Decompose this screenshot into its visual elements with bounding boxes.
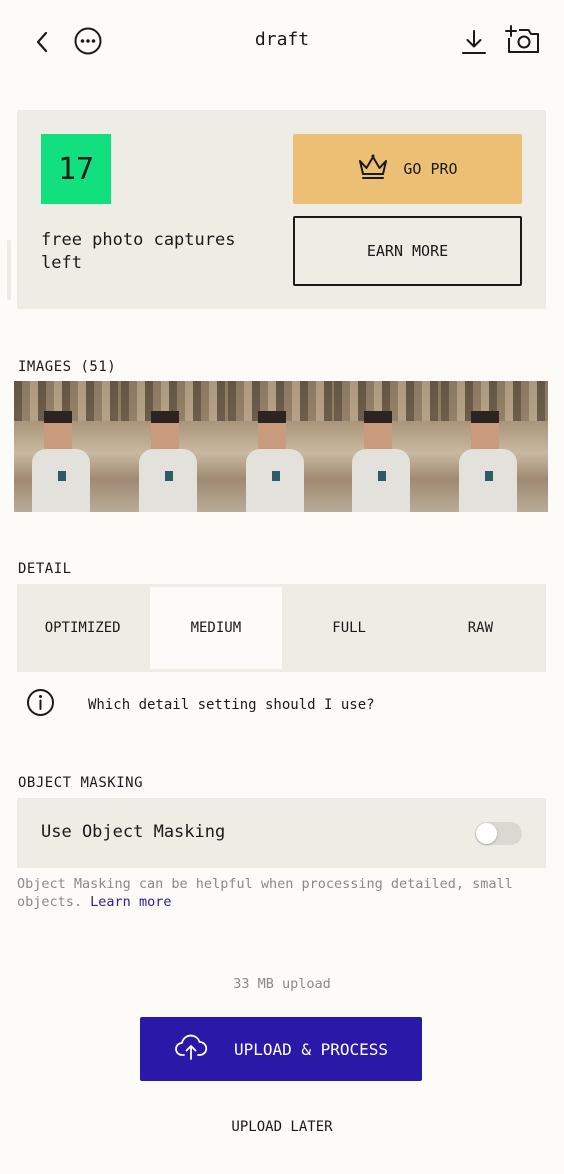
image-thumbnail[interactable] [14,381,121,512]
images-section-label: IMAGES (51) [18,359,117,375]
detail-option-full[interactable]: FULL [284,584,415,672]
masking-section-label: OBJECT MASKING [18,775,144,791]
detail-option-medium[interactable]: MEDIUM [150,587,282,669]
info-icon [26,688,55,721]
upload-process-button[interactable]: UPLOAD & PROCESS [140,1017,422,1081]
captures-text: free photo captures left [41,230,236,273]
toggle-knob [476,823,497,844]
upload-process-label: UPLOAD & PROCESS [233,1039,389,1059]
upload-size-text: 33 MB upload [233,976,331,992]
detail-option-raw[interactable]: RAW [415,584,546,672]
detail-selector: OPTIMIZED MEDIUM FULL RAW [17,584,546,672]
upload-later-button[interactable]: UPLOAD LATER [0,1119,564,1135]
image-thumbnail[interactable] [227,381,335,512]
masking-toggle[interactable] [475,822,522,845]
masking-toggle-label: Use Object Masking [41,822,226,842]
go-pro-button[interactable]: GO PRO [293,134,522,204]
image-thumbnail[interactable] [120,381,228,512]
masking-description: Object Masking can be helpful when proce… [17,875,547,911]
learn-more-link[interactable]: Learn more [90,894,171,910]
crown-icon [357,153,389,185]
add-photo-icon[interactable] [503,24,541,56]
detail-section-label: DETAIL [18,561,72,577]
detail-help-link[interactable]: Which detail setting should I use? [26,688,375,721]
detail-help-text: Which detail setting should I use? [88,696,375,713]
captures-counter: 17 [41,134,111,204]
earn-more-button[interactable]: EARN MORE [293,216,522,286]
cloud-upload-icon [174,1034,208,1064]
go-pro-label: GO PRO [403,160,458,178]
image-thumbnail[interactable] [334,381,442,512]
image-thumbnail[interactable] [441,381,548,512]
detail-option-optimized[interactable]: OPTIMIZED [17,584,148,672]
earn-more-label: EARN MORE [366,242,449,260]
image-strip[interactable] [14,381,548,512]
download-icon[interactable] [459,27,489,57]
scroll-indicator [7,240,11,300]
